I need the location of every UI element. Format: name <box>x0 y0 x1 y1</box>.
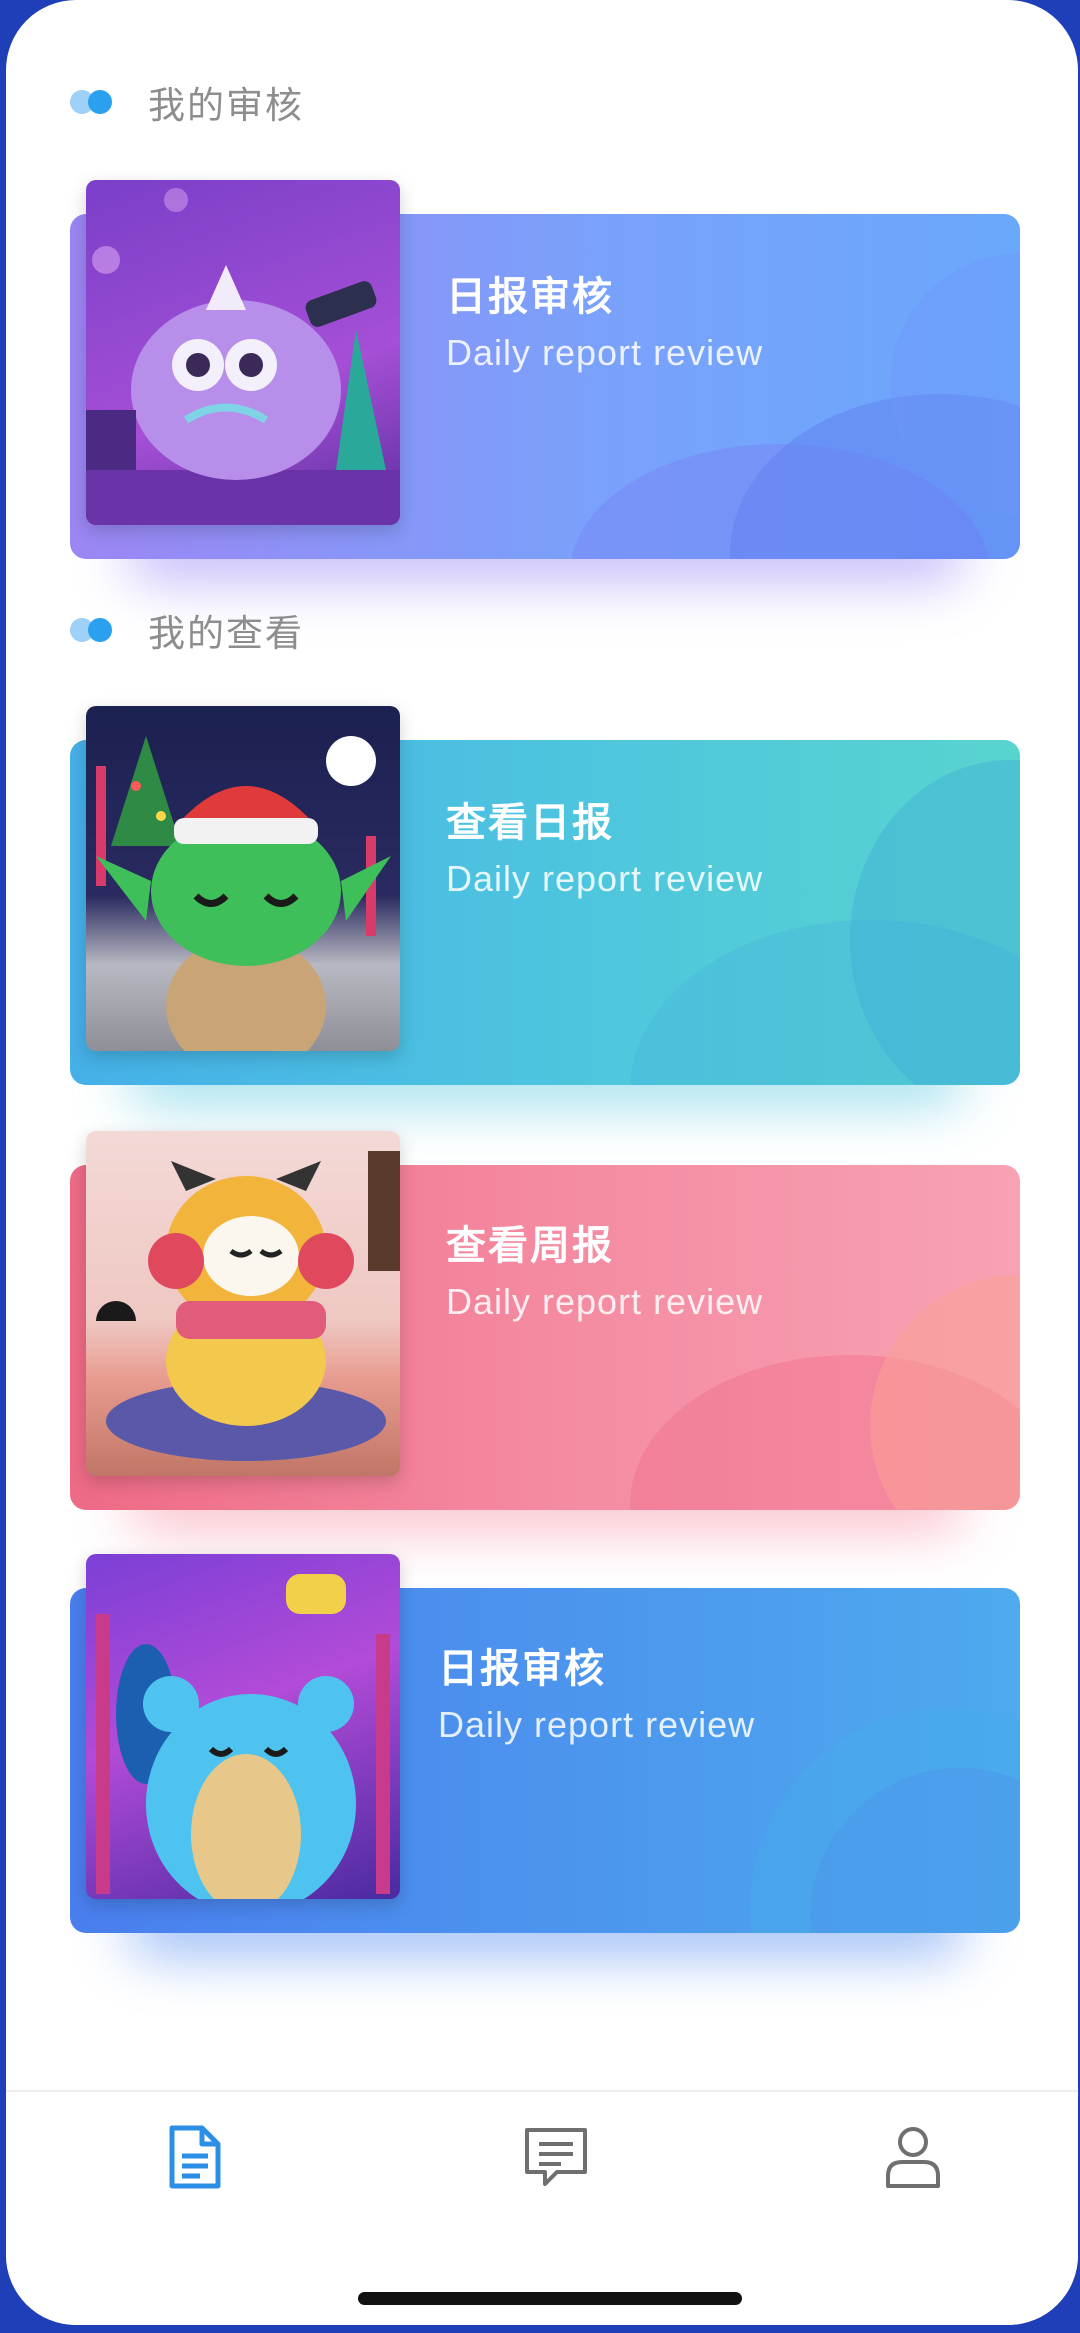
section-title: 我的查看 <box>148 612 304 655</box>
dots-icon <box>70 615 122 645</box>
phone-screen: 我的审核 日报审核 Daily report review 我的查看 查看日报 … <box>6 0 1078 2325</box>
card-subtitle: Daily report review <box>446 332 764 373</box>
message-icon <box>525 2128 587 2186</box>
plush-figure-icon <box>96 1151 400 1461</box>
card-thumbnail[interactable] <box>86 180 400 525</box>
card-title: 日报审核 <box>438 1646 606 1692</box>
section-title: 我的审核 <box>148 84 304 127</box>
owl-figure-icon <box>86 188 400 525</box>
tab-documents[interactable] <box>160 2122 230 2192</box>
document-icon <box>169 2125 221 2189</box>
card-subtitle: Daily report review <box>446 858 764 899</box>
bear-figure-icon <box>96 1574 390 1899</box>
card-thumbnail[interactable] <box>86 706 400 1051</box>
dots-icon <box>70 87 122 117</box>
tab-profile[interactable] <box>878 2122 948 2192</box>
tab-messages[interactable] <box>521 2122 591 2192</box>
card-thumbnail[interactable] <box>86 1131 400 1476</box>
card-title: 查看日报 <box>446 800 614 846</box>
card-title: 日报审核 <box>446 274 614 320</box>
yoda-figure-icon <box>96 736 391 1051</box>
section-header-review: 我的审核 <box>70 72 304 132</box>
card-subtitle: Daily report review <box>446 1281 764 1322</box>
home-indicator[interactable] <box>358 2292 742 2305</box>
card-title: 查看周报 <box>446 1223 614 1269</box>
card-thumbnail[interactable] <box>86 1554 400 1899</box>
user-icon <box>886 2127 940 2188</box>
section-header-view: 我的查看 <box>70 600 304 660</box>
card-subtitle: Daily report review <box>438 1704 756 1745</box>
